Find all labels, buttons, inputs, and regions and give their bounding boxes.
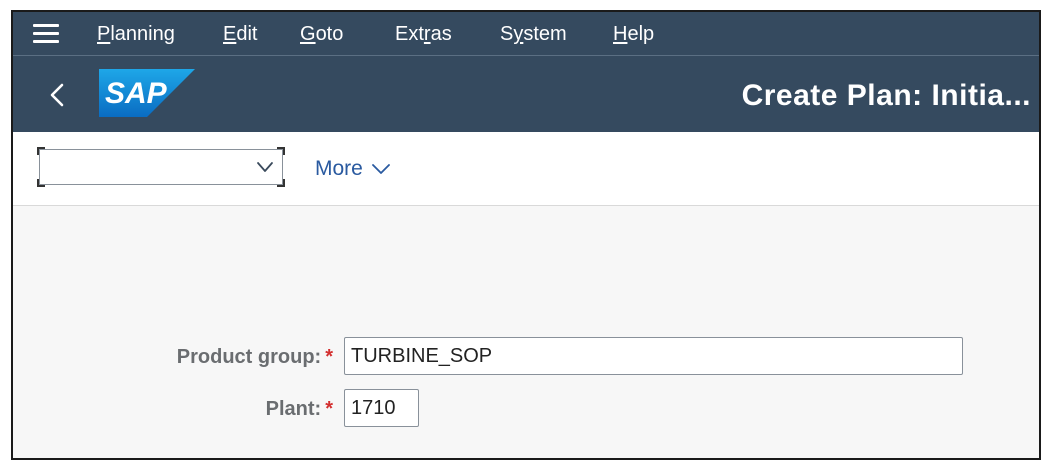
required-marker: * [325, 398, 333, 420]
product-group-label-text: Product group: [176, 346, 322, 368]
menu-extras[interactable]: Extras [395, 22, 452, 46]
title-bar: SAP Create Plan: Initia... [13, 56, 1039, 132]
required-marker: * [325, 346, 333, 368]
toolbar: More [13, 132, 1039, 206]
sap-logo-text: SAP [105, 77, 168, 110]
hamburger-menu-icon[interactable] [33, 24, 61, 44]
plant-label: Plant: * [266, 398, 333, 421]
sap-logo: SAP [99, 69, 195, 117]
app-window: Planning Edit Goto Extras System Help SA… [11, 10, 1041, 460]
menu-help[interactable]: Help [613, 22, 654, 46]
command-field-combobox[interactable] [37, 147, 285, 187]
product-group-label: Product group: * [177, 346, 333, 369]
product-group-input[interactable]: TURBINE_SOP [344, 337, 963, 375]
plant-input[interactable]: 1710 [344, 389, 419, 427]
menu-bar: Planning Edit Goto Extras System Help [13, 12, 1039, 56]
chevron-down-icon[interactable] [256, 158, 274, 176]
more-button[interactable]: More [315, 157, 391, 181]
back-arrow-icon[interactable] [47, 82, 67, 108]
plant-label-text: Plant: [265, 398, 322, 420]
more-button-label: More [315, 157, 363, 180]
menu-edit[interactable]: Edit [223, 22, 257, 46]
menu-goto[interactable]: Goto [300, 22, 343, 46]
chevron-down-icon [371, 164, 390, 174]
menu-planning[interactable]: Planning [97, 22, 175, 46]
menu-system[interactable]: System [500, 22, 567, 46]
page-title: Create Plan: Initia... [741, 79, 1031, 112]
